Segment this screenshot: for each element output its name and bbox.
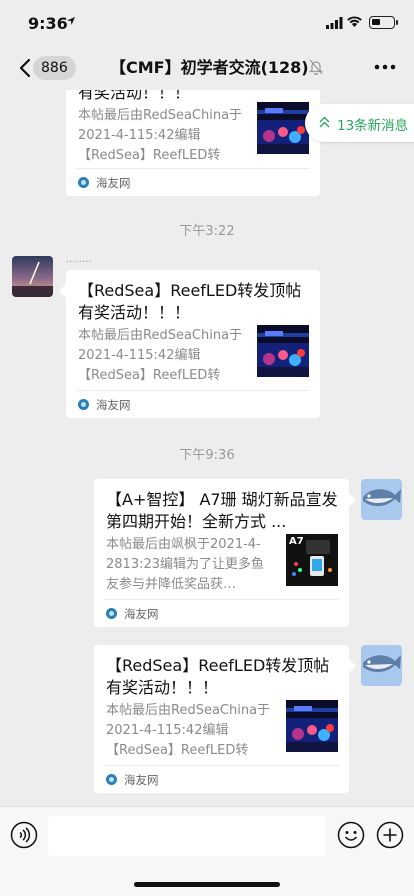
message-text-input[interactable] bbox=[48, 816, 326, 856]
voice-input-icon[interactable] bbox=[10, 821, 38, 849]
cellular-signal-icon bbox=[326, 17, 343, 29]
timestamp: 下午9:36 bbox=[179, 448, 235, 463]
timestamp: 下午3:22 bbox=[179, 224, 235, 239]
card-footer: 海友网 bbox=[104, 599, 339, 627]
new-messages-label: 13条新消息 bbox=[337, 118, 409, 134]
source-logo-icon bbox=[78, 177, 89, 188]
plus-icon[interactable] bbox=[376, 821, 404, 849]
status-bar: 9:36 bbox=[0, 0, 414, 46]
card-thumbnail-aquarium bbox=[257, 102, 309, 154]
source-name: 海友网 bbox=[96, 398, 131, 412]
my-avatar-fish[interactable] bbox=[361, 479, 402, 520]
card-footer: 海友网 bbox=[76, 168, 310, 196]
card-description: 本帖最后由RedSeaChina于2021-4-115:42编辑【RedSea】… bbox=[78, 108, 243, 163]
source-logo-icon bbox=[106, 608, 117, 619]
source-logo-icon bbox=[78, 399, 89, 410]
link-card[interactable]: 【RedSea】ReefLED转发顶帖有奖活动！！！ 本帖最后由RedSeaCh… bbox=[94, 645, 349, 793]
bubble-tail bbox=[59, 284, 66, 298]
link-card[interactable]: 【RedSea】ReefLED转发顶帖有奖活动！！！ 本帖最后由RedSeaCh… bbox=[66, 270, 320, 418]
wifi-icon bbox=[347, 16, 362, 27]
home-indicator[interactable] bbox=[134, 882, 280, 887]
card-footer: 海友网 bbox=[104, 765, 339, 793]
new-messages-pill[interactable]: 13条新消息 bbox=[305, 104, 414, 142]
battery-icon bbox=[369, 16, 398, 29]
card-description: 本帖最后由RedSeaChina于2021-4-115:42编辑【RedSea】… bbox=[106, 703, 271, 758]
link-card[interactable]: 有奖活动！！！ 本帖最后由RedSeaChina于2021-4-115:42编辑… bbox=[66, 90, 320, 196]
source-name: 海友网 bbox=[124, 773, 159, 787]
chat-title: 【CMF】初学者交流(128) bbox=[110, 58, 309, 77]
sender-name: ........ bbox=[66, 254, 92, 265]
emoji-icon[interactable] bbox=[337, 821, 365, 849]
unread-count-badge[interactable]: 886 bbox=[33, 56, 76, 80]
source-name: 海友网 bbox=[124, 607, 159, 621]
card-title: 【A+智控】 A7珊 瑚灯新品宣发 第四期开始！全新方式 ... bbox=[106, 490, 338, 531]
card-thumbnail-aquarium bbox=[257, 325, 309, 377]
link-card[interactable]: 【A+智控】 A7珊 瑚灯新品宣发 第四期开始！全新方式 ... 本帖最后由飒枫… bbox=[94, 479, 349, 627]
more-options-icon[interactable] bbox=[374, 64, 396, 70]
bubble-tail bbox=[349, 659, 356, 673]
card-title: 有奖活动！！！ bbox=[78, 90, 191, 102]
bubble-tail bbox=[349, 493, 356, 507]
source-logo-icon bbox=[106, 774, 117, 785]
card-title: 【RedSea】ReefLED转发顶帖有奖活动！！！ bbox=[78, 281, 302, 322]
double-chevron-up-icon bbox=[319, 116, 330, 128]
card-footer: 海友网 bbox=[76, 390, 310, 418]
chat-message-list[interactable]: 有奖活动！！！ 本帖最后由RedSeaChina于2021-4-115:42编辑… bbox=[0, 90, 414, 806]
card-title: 【RedSea】ReefLED转发顶帖有奖活动！！！ bbox=[106, 656, 330, 697]
card-thumbnail-product: A7 bbox=[286, 534, 338, 586]
card-thumbnail-aquarium bbox=[286, 700, 338, 752]
my-avatar-fish[interactable] bbox=[361, 645, 402, 686]
card-description: 本帖最后由RedSeaChina于2021-4-115:42编辑【RedSea】… bbox=[78, 328, 243, 383]
card-description: 本帖最后由飒枫于2021-4-2813:23编辑为了让更多鱼友参与并降低奖品获… bbox=[106, 537, 265, 592]
mute-bell-icon bbox=[309, 59, 323, 75]
location-arrow-icon bbox=[67, 17, 75, 25]
source-name: 海友网 bbox=[96, 176, 131, 190]
chat-header: 886 【CMF】初学者交流(128) bbox=[0, 46, 414, 90]
status-time: 9:36 bbox=[28, 14, 68, 33]
sender-avatar[interactable] bbox=[12, 256, 53, 297]
thumbnail-label: A7 bbox=[289, 536, 304, 547]
